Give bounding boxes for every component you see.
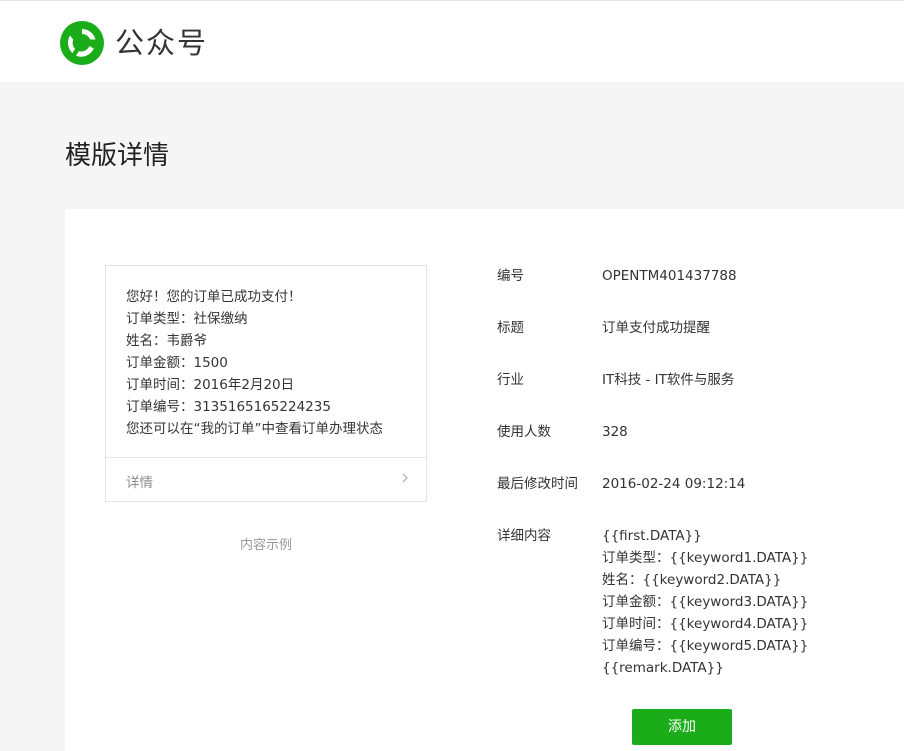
- preview-line: 订单金额：1500: [126, 355, 228, 371]
- industry-value: IT科技 - IT软件与服务: [602, 372, 735, 388]
- info-label: 标题: [497, 320, 524, 336]
- preview-line: 订单编号：3135165165224235: [126, 399, 331, 415]
- detail-line: 订单编号：{{keyword5.DATA}}: [602, 638, 809, 654]
- brand-title[interactable]: 公众号: [115, 23, 208, 63]
- detail-line: {{first.DATA}}: [602, 528, 702, 544]
- detail-line: 订单类型：{{keyword1.DATA}}: [602, 550, 809, 566]
- detail-content: {{first.DATA}} 订单类型：{{keyword1.DATA}} 姓名…: [602, 525, 808, 679]
- wechat-official-account-logo-icon[interactable]: [60, 21, 104, 65]
- info-label: 详细内容: [497, 528, 551, 544]
- preview-caption: 内容示例: [239, 538, 292, 553]
- info-label: 最后修改时间: [497, 476, 578, 492]
- add-template-button[interactable]: 添加: [632, 709, 732, 745]
- user-count-value: 328: [602, 424, 628, 440]
- preview-line: 姓名：韦爵爷: [126, 333, 207, 349]
- page-title: 模版详情: [65, 141, 170, 171]
- info-label: 行业: [497, 372, 524, 388]
- chevron-right-icon: [402, 473, 408, 483]
- detail-line: 订单时间：{{keyword4.DATA}}: [602, 616, 809, 632]
- detail-line: 订单金额：{{keyword3.DATA}}: [602, 594, 809, 610]
- preview-line: 订单类型：社保缴纳: [126, 311, 248, 327]
- preview-line: 您好！您的订单已成功支付！: [126, 289, 302, 305]
- template-title-value: 订单支付成功提醒: [602, 320, 710, 336]
- template-detail-card: 您好！您的订单已成功支付！ 订单类型：社保缴纳 姓名：韦爵爷 订单金额：1500…: [65, 209, 904, 751]
- info-label: 编号: [497, 268, 524, 284]
- preview-details-link[interactable]: 详情: [106, 457, 426, 502]
- last-modified-value: 2016-02-24 09:12:14: [602, 476, 746, 492]
- detail-line: {{remark.DATA}}: [602, 660, 724, 676]
- preview-details-label: 详情: [126, 475, 153, 491]
- top-bar: 公众号: [0, 0, 904, 82]
- message-preview: 您好！您的订单已成功支付！ 订单类型：社保缴纳 姓名：韦爵爷 订单金额：1500…: [105, 265, 427, 502]
- preview-line: 订单时间：2016年2月20日: [126, 377, 295, 393]
- detail-line: 姓名：{{keyword2.DATA}}: [602, 572, 782, 588]
- template-id-value: OPENTM401437788: [602, 268, 737, 284]
- preview-body: 您好！您的订单已成功支付！ 订单类型：社保缴纳 姓名：韦爵爷 订单金额：1500…: [126, 286, 412, 440]
- preview-line: 您还可以在“我的订单”中查看订单办理状态: [126, 421, 383, 437]
- info-label: 使用人数: [497, 424, 551, 440]
